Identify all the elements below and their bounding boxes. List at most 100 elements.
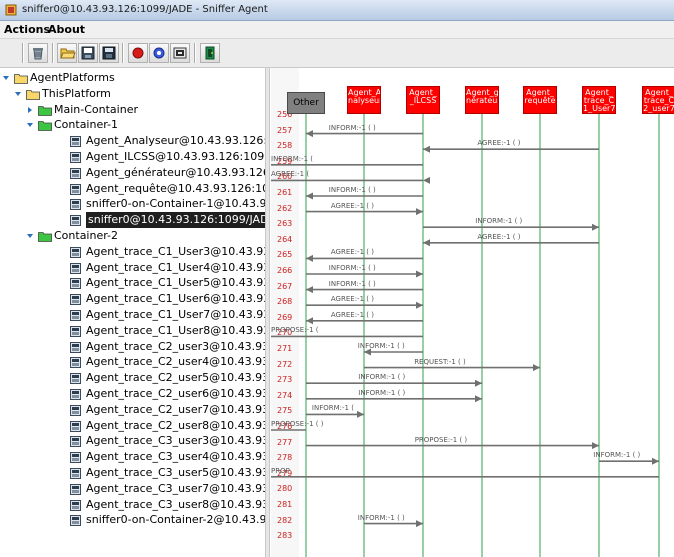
agent-tree[interactable]: AgentPlatforms ThisPlatform Main-Container… <box>0 68 266 557</box>
lifeline-header-agent[interactable]: Agent_ trace_C 2_user7 <box>642 86 674 114</box>
tree-node-agent[interactable]: sniffer0@10.43.93.126:1099/JADE <box>0 212 265 229</box>
save-snapshot-button[interactable] <box>78 43 98 63</box>
tree-node-label: Agent_trace_C2_user6@10.43.93.12 <box>86 387 265 400</box>
agent-icon <box>70 152 81 163</box>
tree-node-container-1[interactable]: Container-1 <box>0 117 265 133</box>
tree-node-agent[interactable]: Agent_ILCSS@10.43.93.126:1099/JA <box>0 149 265 165</box>
display-icon <box>153 47 165 59</box>
exit-button[interactable] <box>200 43 220 63</box>
agent-icon <box>70 357 81 369</box>
tree-node-agent[interactable]: Agent_trace_C1_User7@10.43.93.12 <box>0 307 265 323</box>
tree-node-agent[interactable]: Agent_trace_C2_user3@10.43.93.12 <box>0 339 265 355</box>
tree-expanded-icon[interactable] <box>26 121 34 129</box>
tree-node-agent[interactable]: Agent_trace_C1_User5@10.43.93.12 <box>0 275 265 291</box>
tree-node-agent[interactable]: Agent_trace_C3_user4@10.43.93.12 <box>0 449 265 465</box>
agent-icon <box>70 404 81 416</box>
lifeline-header-agent[interactable]: Agent_ trace_C 1_User7 <box>582 86 616 114</box>
tree-node-agent[interactable]: Agent_trace_C2_user5@10.43.93.12 <box>0 370 265 386</box>
tree-node-agent[interactable]: Agent_générateur@10.43.93.126:109 <box>0 165 265 181</box>
tree-node-agent[interactable]: Agent_trace_C3_user7@10.43.93.12 <box>0 481 265 497</box>
message-label: PROP <box>271 466 290 475</box>
menu-about[interactable]: About <box>48 23 85 36</box>
agent-icon <box>70 199 81 211</box>
display-button[interactable] <box>149 43 169 63</box>
save-snapshot-icon <box>81 46 95 60</box>
message-label: INFORM:-1 ( ) <box>328 279 376 288</box>
message-label: INFORM:-1 ( ) <box>328 186 376 194</box>
message-label: PROPOSE:-1 ( ) <box>414 435 468 444</box>
tree-node-agent[interactable]: Agent_trace_C1_User8@10.43.93.12 <box>0 323 265 339</box>
tree-expanded-icon[interactable] <box>2 74 10 82</box>
tree-node-container-2[interactable]: Container-2 <box>0 228 265 244</box>
tree-node-label: Agent_ILCSS@10.43.93.126:1099/JA <box>86 150 266 163</box>
agent-icon <box>70 420 81 432</box>
tree-node-label: Agent_trace_C1_User4@10.43.93.12 <box>86 260 265 274</box>
lifeline-header-agent[interactable]: Agent_A nalyseur <box>347 86 381 114</box>
lifeline-header-agent[interactable]: Agent_ _ILCSS <box>406 86 440 114</box>
tree-node-agent[interactable]: Agent_trace_C3_user8@10.43.93.12 <box>0 497 265 513</box>
agent-icon <box>70 136 81 148</box>
tree-node-label: Agent_trace_C1_User3@10.43.93.12 <box>86 244 265 258</box>
split-pane-divider[interactable] <box>265 68 270 557</box>
tree-node-agent[interactable]: Agent_trace_C2_user8@10.43.93.12 <box>0 418 265 434</box>
save-button[interactable] <box>99 43 119 63</box>
clear-canvas-button[interactable] <box>28 43 48 63</box>
agent-icon <box>70 325 81 337</box>
menu-bar: Actions About <box>0 21 674 39</box>
tree-node-label: Main-Container <box>54 102 138 116</box>
tree-node-agent[interactable]: Agent_requête@10.43.93.126:1099/J <box>0 181 265 197</box>
tree-node-agent[interactable]: sniffer0-on-Container-2@10.43.93.12 <box>0 512 265 528</box>
tree-expanded-icon[interactable] <box>14 90 22 98</box>
tree-node-this-platform[interactable]: ThisPlatform <box>0 86 265 102</box>
tree-node-main-container[interactable]: Main-Container <box>0 102 265 118</box>
tree-expanded-icon[interactable] <box>26 232 34 240</box>
tree-node-label: Agent_trace_C2_user4@10.43.93.12 <box>86 355 265 369</box>
agent-icon <box>70 183 81 195</box>
tree-node-label: Agent_générateur@10.43.93.126:109 <box>86 165 265 179</box>
agent-icon <box>70 341 81 353</box>
tree-node-agent-platforms[interactable]: AgentPlatforms <box>0 70 265 86</box>
tree-node-label: Agent_trace_C1_User8@10.43.93.12 <box>86 323 265 337</box>
tree-node-agent[interactable]: Agent_trace_C1_User3@10.43.93.12 <box>0 244 265 260</box>
lifeline-header-agent[interactable]: Agent_ requête <box>523 86 557 114</box>
tree-node-label: Agent_trace_C3_user4@10.43.93.12 <box>86 450 265 464</box>
save-icon <box>102 46 116 60</box>
tree-node-agent[interactable]: Agent_trace_C3_user5@10.43.93.12 <box>0 465 265 481</box>
agent-icon <box>70 167 81 179</box>
tree-node-label: Agent_trace_C1_User6@10.43.93.12 <box>86 292 265 306</box>
window-title: sniffer0@10.43.93.126:1099/JADE - Sniffe… <box>22 4 268 15</box>
menu-actions[interactable]: Actions <box>4 23 50 36</box>
container-folder-icon <box>38 105 52 116</box>
tree-node-agent[interactable]: Agent_trace_C2_user6@10.43.93.12 <box>0 386 265 402</box>
tree-node-agent[interactable]: Agent_Analyseur@10.43.93.126:1099 <box>0 133 265 149</box>
open-button[interactable] <box>57 43 77 63</box>
agent-icon <box>70 483 81 495</box>
filter-button[interactable] <box>170 43 190 63</box>
tree-node-agent[interactable]: Agent_trace_C3_user3@10.43.93.12 <box>0 433 265 449</box>
lifeline-header-other[interactable]: Other <box>287 92 325 114</box>
toolbar-separator <box>52 43 54 63</box>
tree-node-agent[interactable]: Agent_trace_C2_user4@10.43.93.12 <box>0 354 265 370</box>
message-label: INFORM:-1 ( <box>271 154 314 163</box>
open-folder-icon <box>60 48 76 59</box>
tree-node-agent[interactable]: Agent_trace_C1_User4@10.43.93.12 <box>0 260 265 276</box>
tree-node-label: Agent_trace_C2_user8@10.43.93.12 <box>86 418 265 432</box>
tree-node-label: AgentPlatforms <box>30 71 115 84</box>
record-button[interactable] <box>128 43 148 63</box>
tree-node-agent[interactable]: Agent_trace_C2_user7@10.43.93.12 <box>0 402 265 418</box>
tree-collapsed-icon[interactable] <box>26 106 34 114</box>
message-label: REQUEST:-1 ( ) <box>414 357 466 366</box>
container-folder-icon <box>38 121 52 132</box>
tree-node-label: Agent_trace_C3_user7@10.43.93.12 <box>86 481 265 495</box>
tree-node-agent[interactable]: Agent_trace_C1_User6@10.43.93.12 <box>0 291 265 307</box>
sniffer-canvas[interactable]: 256 257 258 259 260 261 262 263 264 265 266 267 268 2… <box>271 68 674 557</box>
tree-node-agent[interactable]: sniffer0-on-Container-1@10.43.93.12 <box>0 196 265 212</box>
tree-node-label: Agent_trace_C2_user3@10.43.93.12 <box>86 339 265 353</box>
tree-node-label: Agent_trace_C1_User7@10.43.93.12 <box>86 308 265 321</box>
agent-icon <box>70 278 81 290</box>
folder-icon <box>14 74 28 84</box>
lifeline-header-agent[interactable]: Agent_gé nérateur <box>465 86 499 114</box>
filter-icon <box>173 47 187 59</box>
agent-icon <box>70 515 81 527</box>
message-label: AGREE:-1 ( <box>271 170 310 179</box>
